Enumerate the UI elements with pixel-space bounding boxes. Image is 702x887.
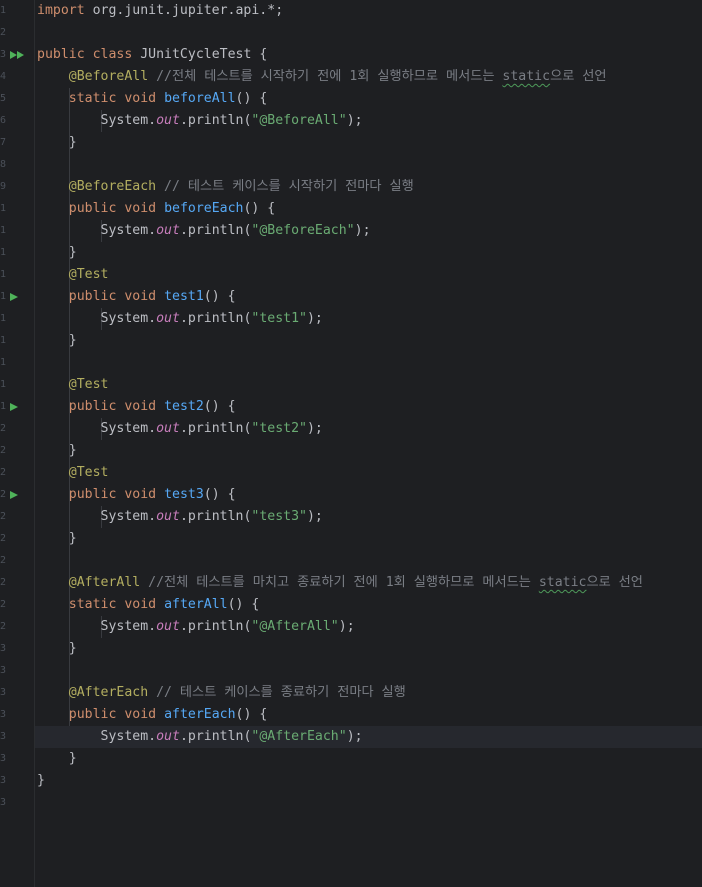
line-number: 18 [0, 379, 6, 390]
run-test-icon[interactable] [10, 484, 22, 506]
code-line-method-before-all: static void beforeAll() { [68, 91, 268, 106]
code-line-method-before-each: public void beforeEach() { [68, 201, 276, 216]
code-line-class-declaration: public class JUnitCycleTest { [37, 47, 268, 62]
code-line-annotation-test: @Test [68, 465, 109, 480]
line-number: 14 [0, 291, 6, 302]
code-line-close: } [68, 245, 77, 260]
line-number: 26 [0, 555, 6, 566]
code-line-println: System.out.println("test1"); [100, 311, 323, 326]
run-test-icon[interactable] [10, 286, 22, 308]
code-line-annotation-before-each: @BeforeEach // 테스트 케이스를 시작하기 전마다 실행 [68, 179, 414, 194]
code-line-println: System.out.println("@BeforeEach"); [100, 223, 371, 238]
line-number: 22 [0, 467, 6, 478]
line-number: 30 [0, 643, 6, 654]
code-line-close: } [68, 135, 77, 150]
code-line-annotation-after-all: @AfterAll //전체 테스트를 마치고 종료하기 전에 1회 실행하므로… [68, 575, 643, 590]
line-number: 16 [0, 335, 6, 346]
line-number: 33 [0, 709, 6, 720]
code-line-method-after-each: public void afterEach() { [68, 707, 268, 722]
code-line-println: System.out.println("@BeforeAll"); [100, 113, 363, 128]
line-number: 7 [0, 137, 6, 148]
line-number: 4 [0, 71, 6, 82]
run-test-icon[interactable] [10, 396, 22, 418]
line-number: 12 [0, 247, 6, 258]
code-line-close: } [68, 531, 77, 546]
line-number: 32 [0, 687, 6, 698]
line-number: 8 [0, 159, 6, 170]
code-line-method-after-all: static void afterAll() { [68, 597, 260, 612]
code-line-import: import org.junit.jupiter.api.*; [37, 3, 284, 18]
line-number: 35 [0, 753, 6, 764]
code-line-close: } [68, 751, 77, 766]
code-line-println: System.out.println("test2"); [100, 421, 323, 436]
line-number: 24 [0, 511, 6, 522]
line-number: 2 [0, 27, 6, 38]
line-number: 20 [0, 423, 6, 434]
run-all-tests-icon[interactable] [10, 44, 24, 66]
code-line-println: System.out.println("@AfterAll"); [100, 619, 355, 634]
line-number: 28 [0, 599, 6, 610]
line-number: 21 [0, 445, 6, 456]
line-number: 34 [0, 731, 6, 742]
line-number: 6 [0, 115, 6, 126]
code-line-close: } [68, 443, 77, 458]
line-number: 17 [0, 357, 6, 368]
line-number: 27 [0, 577, 6, 588]
line-number: 31 [0, 665, 6, 676]
line-number: 11 [0, 225, 6, 236]
code-line-annotation-test: @Test [68, 377, 109, 392]
code-line-println: System.out.println("test3"); [100, 509, 323, 524]
code-line-annotation-test: @Test [68, 267, 109, 282]
line-number: 5 [0, 93, 6, 104]
code-line-method-test1: public void test1() { [68, 289, 236, 304]
line-number: 9 [0, 181, 6, 192]
line-number: 10 [0, 203, 6, 214]
code-line-close: } [68, 641, 77, 656]
code-line-close: } [68, 333, 77, 348]
code-line-println-current[interactable]: System.out.println("@AfterEach"); [35, 726, 702, 748]
line-number: 29 [0, 621, 6, 632]
line-number: 23 [0, 489, 6, 500]
line-number: 1 [0, 5, 6, 16]
line-number: 3 [0, 49, 6, 60]
line-number: 36 [0, 775, 6, 786]
code-editor[interactable]: import org.junit.jupiter.api.*; public c… [35, 0, 702, 887]
line-number: 19 [0, 401, 6, 412]
line-number: 13 [0, 269, 6, 280]
line-number: 37 [0, 797, 6, 808]
code-line-annotation-before-all: @BeforeAll //전체 테스트를 시작하기 전에 1회 실행하므로 메서… [68, 69, 607, 84]
code-line-method-test3: public void test3() { [68, 487, 236, 502]
line-number: 15 [0, 313, 6, 324]
line-number: 25 [0, 533, 6, 544]
code-line-method-test2: public void test2() { [68, 399, 236, 414]
gutter: 1 2 3 4 5 6 7 8 9 10 11 12 13 14 15 16 1… [0, 0, 35, 887]
code-line-annotation-after-each: @AfterEach // 테스트 케이스를 종료하기 전마다 실행 [68, 685, 406, 700]
code-line-class-close: } [37, 773, 45, 788]
